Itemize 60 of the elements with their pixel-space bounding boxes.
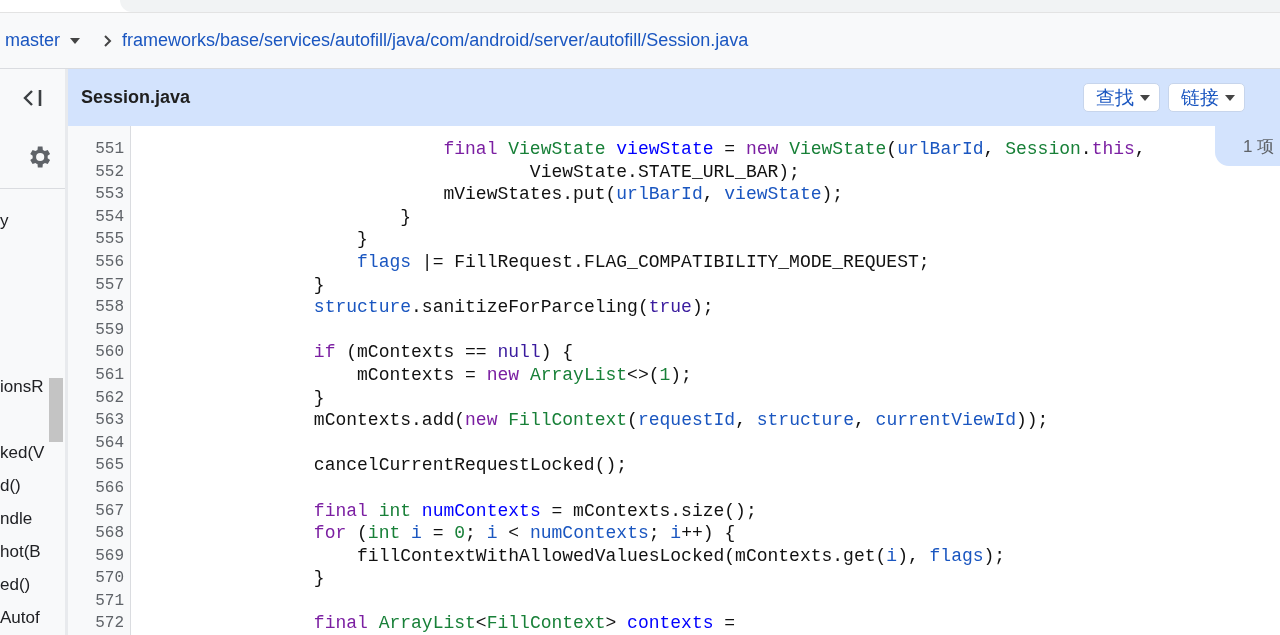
branch-selector[interactable]: master — [5, 30, 60, 51]
outline-item[interactable]: ked(V — [0, 443, 45, 463]
code-line: fillContextWithAllowedValuesLocked(mContexts.get(i), flags); — [356, 545, 1006, 566]
line-number: 553 — [94, 184, 125, 206]
side-tab[interactable]: 1 项 — [1215, 126, 1280, 166]
code-line: } — [312, 387, 325, 408]
line-number: 556 — [94, 251, 125, 273]
caret-icon — [70, 37, 80, 44]
line-number: 570 — [94, 568, 125, 590]
line-number: 559 — [94, 319, 125, 341]
caret-icon — [1225, 94, 1235, 101]
code-line: mContexts.add(new FillContext(requestId, structure, currentViewId)); — [312, 410, 1049, 431]
outline-item[interactable]: hot(B — [0, 542, 41, 563]
code-line: final ArrayList<FillContext> contexts = — [312, 613, 736, 634]
code-line: flags |= FillRequest.FLAG_COMPATIBILITY_MODE_REQUEST; — [356, 251, 930, 272]
code-line: for (int i = 0; i < numContexts; i++) { — [312, 523, 736, 544]
code-line: } — [312, 274, 325, 295]
outline-item[interactable]: Autof — [0, 608, 40, 629]
code-line: final ViewState viewState = new ViewState(urlBarId, Session.this, — [442, 139, 1146, 159]
chevron-right-icon — [104, 34, 112, 47]
line-number: 561 — [94, 364, 125, 386]
line-number: 564 — [94, 432, 125, 454]
caret-icon — [1140, 94, 1150, 101]
line-number: 566 — [94, 477, 125, 499]
line-number: 565 — [94, 455, 125, 477]
line-number: 558 — [94, 297, 125, 319]
line-number: 568 — [94, 523, 125, 545]
line-number: 567 — [94, 500, 125, 522]
code-line: mContexts = new ArrayList<>(1); — [356, 364, 692, 385]
code-line: } — [356, 229, 368, 250]
outline-item[interactable]: ed() — [0, 575, 31, 596]
file-path-link[interactable]: frameworks/base/services/autofill/java/com/android/server/autofill/Session.java — [122, 30, 749, 51]
line-number: 551 — [94, 139, 125, 160]
line-number: 560 — [94, 342, 125, 364]
line-number: 552 — [94, 161, 125, 183]
outline-item[interactable]: d() — [0, 476, 21, 497]
outline-item[interactable]: y — [0, 211, 9, 232]
file-title: Session.java — [81, 87, 192, 108]
code-line: } — [312, 568, 325, 589]
line-number: 562 — [94, 387, 125, 409]
code-line: final int numContexts = mContexts.size(); — [312, 500, 757, 521]
line-number: 554 — [94, 206, 125, 228]
code-line: cancelCurrentRequestLocked(); — [312, 455, 628, 476]
line-number: 557 — [94, 274, 125, 296]
line-number: 555 — [94, 229, 125, 251]
collapse-panel-icon[interactable] — [22, 88, 43, 107]
code-line: structure.sanitizeForParceling(true); — [312, 297, 714, 318]
code-line: if (mContexts == null) { — [312, 342, 574, 363]
code-line: } — [399, 206, 412, 227]
line-number: 572 — [94, 613, 125, 635]
line-number: 563 — [94, 410, 125, 432]
line-number: 569 — [94, 545, 125, 567]
outline-item[interactable]: ionsR — [0, 376, 44, 397]
header-button[interactable]: 查找 — [1083, 83, 1160, 112]
code-line: ViewState.STATE_URL_BAR); — [528, 161, 800, 182]
scrollbar-thumb[interactable] — [49, 378, 63, 442]
outline-item[interactable]: ndle — [0, 509, 33, 530]
code-line: mViewStates.put(urlBarId, viewState); — [442, 184, 844, 205]
line-number: 571 — [94, 590, 125, 612]
header-button[interactable]: 链接 — [1168, 83, 1245, 112]
